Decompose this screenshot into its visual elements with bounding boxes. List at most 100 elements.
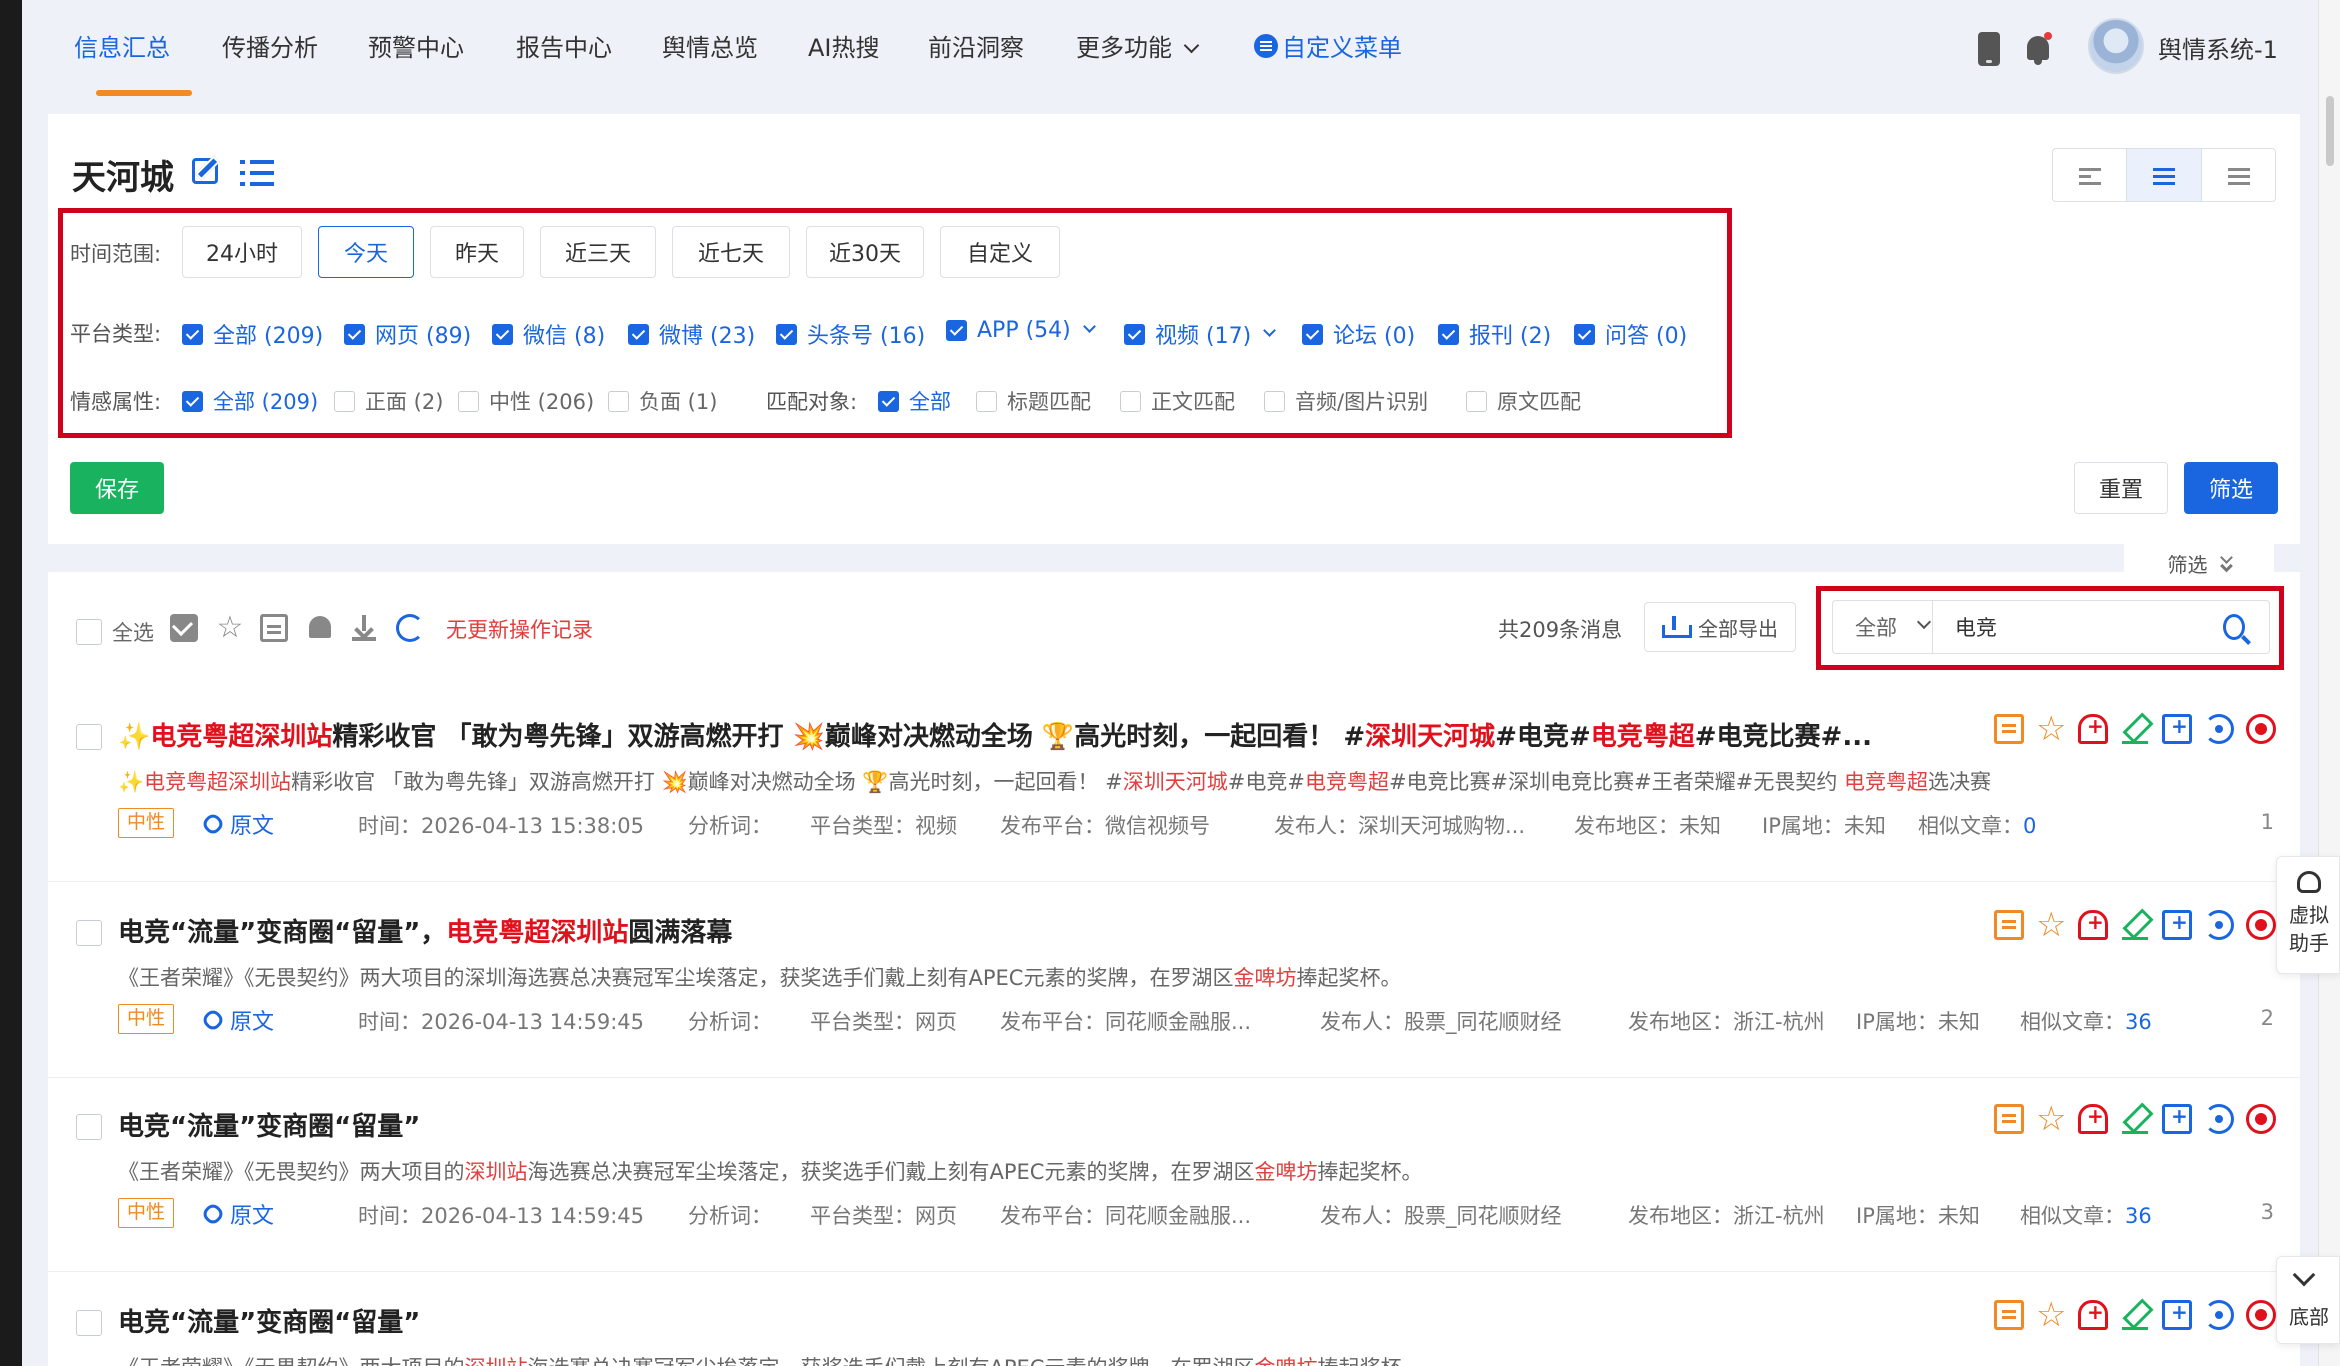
platform-weibo-checkbox[interactable]: 微博 (23) xyxy=(628,318,755,350)
mark-read-icon[interactable] xyxy=(170,614,198,642)
item-checkbox[interactable] xyxy=(76,724,102,750)
time-option-3days[interactable]: 近三天 xyxy=(540,226,656,278)
document-icon[interactable] xyxy=(1994,714,2024,744)
star-icon[interactable]: ☆ xyxy=(2036,908,2066,942)
platform-press-checkbox[interactable]: 报刊 (2) xyxy=(1438,318,1551,350)
view-list-button[interactable] xyxy=(2127,149,2202,201)
item-similar[interactable]: 相似文章：0 xyxy=(1918,810,2036,840)
platform-web-checkbox[interactable]: 网页 (89) xyxy=(344,318,471,350)
notification-bell-icon[interactable] xyxy=(2024,32,2052,66)
refresh-icon[interactable] xyxy=(396,614,424,642)
tab-report-center[interactable]: 报告中心 xyxy=(516,28,612,63)
time-option-yesterday[interactable]: 昨天 xyxy=(430,226,524,278)
time-option-today[interactable]: 今天 xyxy=(318,226,414,278)
target-icon[interactable] xyxy=(2246,1300,2276,1330)
custom-menu-link[interactable]: 自定义菜单 xyxy=(1254,28,1402,63)
match-original-checkbox[interactable]: 原文匹配 xyxy=(1466,386,1581,416)
list-item[interactable]: ✨电竞粤超深圳站精彩收官 「敢为粤先锋」双游高燃开打 💥巅峰对决燃动全场 🏆高光… xyxy=(48,686,2300,882)
radar-icon[interactable] xyxy=(2204,1300,2234,1330)
platform-all-checkbox[interactable]: 全部 (209) xyxy=(182,318,323,350)
sentiment-all-checkbox[interactable]: 全部 (209) xyxy=(182,386,318,416)
time-option-7days[interactable]: 近七天 xyxy=(672,226,790,278)
filter-collapse-toggle[interactable]: 筛选 xyxy=(2124,526,2274,584)
scroll-to-bottom-button[interactable]: 底部 xyxy=(2276,1256,2340,1344)
edit-pen-icon[interactable] xyxy=(2120,1300,2150,1330)
item-title[interactable]: 电竞“流量”变商圈“留量” xyxy=(118,1302,1938,1339)
match-title-checkbox[interactable]: 标题匹配 xyxy=(976,386,1091,416)
platform-app-checkbox[interactable]: APP (54) xyxy=(946,318,1096,343)
item-title[interactable]: 电竞“流量”变商圈“留量”，电竞粤超深圳站圆满落幕 xyxy=(118,912,1938,949)
platform-video-checkbox[interactable]: 视频 (17) xyxy=(1124,318,1277,350)
select-all-checkbox[interactable]: 全选 xyxy=(76,617,154,647)
add-copy-icon[interactable] xyxy=(2162,714,2192,744)
time-option-24h[interactable]: 24小时 xyxy=(182,226,302,278)
edit-pen-icon[interactable] xyxy=(2120,910,2150,940)
item-similar[interactable]: 相似文章：36 xyxy=(2020,1006,2152,1036)
match-body-checkbox[interactable]: 正文匹配 xyxy=(1120,386,1235,416)
folder-icon[interactable] xyxy=(260,614,288,642)
document-icon[interactable] xyxy=(1994,910,2024,940)
export-all-button[interactable]: 全部导出 xyxy=(1644,602,1796,652)
add-alert-icon[interactable] xyxy=(2078,1104,2108,1134)
sentiment-negative-checkbox[interactable]: 负面 (1) xyxy=(608,386,717,416)
item-checkbox[interactable] xyxy=(76,1310,102,1336)
scrollbar-thumb[interactable] xyxy=(2326,96,2334,166)
view-compact-button[interactable] xyxy=(2202,149,2275,201)
search-scope-select[interactable]: 全部 xyxy=(1833,601,1933,653)
list-item[interactable]: 电竞“流量”变商圈“留量” 《王者荣耀》《无畏契约》两大项目的深圳站海选赛总决赛… xyxy=(48,1076,2300,1272)
mobile-icon[interactable] xyxy=(1978,32,2000,66)
platform-wechat-checkbox[interactable]: 微信 (8) xyxy=(492,318,605,350)
alert-icon[interactable] xyxy=(306,614,334,642)
star-icon[interactable]: ☆ xyxy=(2036,712,2066,746)
add-copy-icon[interactable] xyxy=(2162,910,2192,940)
target-icon[interactable] xyxy=(2246,910,2276,940)
original-link[interactable]: 原文 xyxy=(200,808,274,840)
item-checkbox[interactable] xyxy=(76,1114,102,1140)
list-item[interactable]: 电竞“流量”变商圈“留量”，电竞粤超深圳站圆满落幕 《王者荣耀》《无畏契约》两大… xyxy=(48,882,2300,1078)
avatar[interactable] xyxy=(2088,18,2144,74)
sentiment-neutral-checkbox[interactable]: 中性 (206) xyxy=(458,386,594,416)
match-media-checkbox[interactable]: 音频/图片识别 xyxy=(1264,386,1428,416)
add-alert-icon[interactable] xyxy=(2078,714,2108,744)
edit-pen-icon[interactable] xyxy=(2120,1104,2150,1134)
document-icon[interactable] xyxy=(1994,1104,2024,1134)
time-option-custom[interactable]: 自定义 xyxy=(940,226,1060,278)
add-alert-icon[interactable] xyxy=(2078,910,2108,940)
tab-info-summary[interactable]: 信息汇总 xyxy=(74,28,170,63)
list-item[interactable]: 电竞“流量”变商圈“留量” 《王者荣耀》《无畏契约》两大项目的深圳站海选赛总决赛… xyxy=(48,1272,2300,1366)
username[interactable]: 舆情系统-1 xyxy=(2158,30,2278,65)
download-icon[interactable] xyxy=(350,614,378,642)
sentiment-positive-checkbox[interactable]: 正面 (2) xyxy=(334,386,443,416)
item-title[interactable]: 电竞“流量”变商圈“留量” xyxy=(118,1106,1938,1143)
reset-button[interactable]: 重置 xyxy=(2074,462,2168,514)
time-option-30days[interactable]: 近30天 xyxy=(806,226,924,278)
edit-pen-icon[interactable] xyxy=(2120,714,2150,744)
radar-icon[interactable] xyxy=(2204,714,2234,744)
tab-spread-analysis[interactable]: 传播分析 xyxy=(222,28,318,63)
vertical-scrollbar[interactable] xyxy=(2318,0,2340,1366)
search-icon[interactable] xyxy=(2222,614,2245,640)
star-icon[interactable]: ☆ xyxy=(2036,1102,2066,1136)
item-checkbox[interactable] xyxy=(76,920,102,946)
add-copy-icon[interactable] xyxy=(2162,1300,2192,1330)
tab-overview[interactable]: 舆情总览 xyxy=(662,28,758,63)
radar-icon[interactable] xyxy=(2204,910,2234,940)
search-input[interactable] xyxy=(1932,601,2223,653)
star-icon[interactable]: ☆ xyxy=(216,613,244,643)
tab-ai-hot-search[interactable]: AI热搜 xyxy=(808,28,880,63)
target-icon[interactable] xyxy=(2246,1104,2276,1134)
save-button[interactable]: 保存 xyxy=(70,462,164,514)
document-icon[interactable] xyxy=(1994,1300,2024,1330)
item-title[interactable]: ✨电竞粤超深圳站精彩收官 「敢为粤先锋」双游高燃开打 💥巅峰对决燃动全场 🏆高光… xyxy=(118,716,1938,753)
target-icon[interactable] xyxy=(2246,714,2276,744)
match-all-checkbox[interactable]: 全部 xyxy=(878,386,951,416)
platform-forum-checkbox[interactable]: 论坛 (0) xyxy=(1302,318,1415,350)
tab-frontier-insight[interactable]: 前沿洞察 xyxy=(928,28,1024,63)
tab-more-features[interactable]: 更多功能 xyxy=(1076,28,1200,63)
edit-icon[interactable] xyxy=(192,158,218,184)
apply-filter-button[interactable]: 筛选 xyxy=(2184,462,2278,514)
view-card-button[interactable] xyxy=(2053,149,2128,201)
platform-toutiao-checkbox[interactable]: 头条号 (16) xyxy=(776,318,925,350)
add-alert-icon[interactable] xyxy=(2078,1300,2108,1330)
star-icon[interactable]: ☆ xyxy=(2036,1298,2066,1332)
